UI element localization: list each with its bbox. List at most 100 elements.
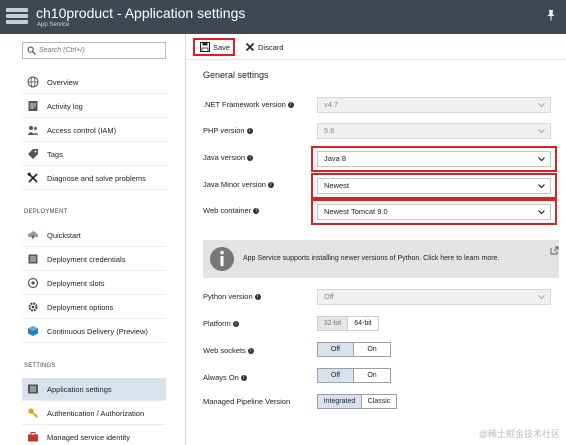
main-panel: Save Discard General settings .NET Frame… bbox=[187, 34, 566, 445]
discard-button[interactable]: Discard bbox=[245, 38, 295, 56]
info-icon[interactable]: i bbox=[254, 294, 261, 300]
sidebar-item-label: Tags bbox=[47, 149, 63, 159]
chevron-down-icon bbox=[538, 295, 545, 300]
people-icon bbox=[27, 126, 39, 135]
info-icon bbox=[210, 247, 234, 271]
net-version-label: .NET Framework version i bbox=[203, 100, 294, 109]
search-box[interactable] bbox=[22, 42, 166, 59]
net-version-select[interactable]: v4.7 bbox=[317, 97, 551, 113]
title-bar: ch10product - Application settings App S… bbox=[0, 0, 566, 34]
java-version-label: Java version i bbox=[203, 153, 254, 162]
chevron-down-icon bbox=[538, 184, 545, 189]
sidebar-item-deployment-credentials[interactable]: Deployment credentials bbox=[22, 248, 166, 271]
sidebar-item-label: Continuous Delivery (Preview) bbox=[47, 326, 148, 336]
sidebar-item-label: Deployment slots bbox=[47, 278, 105, 288]
sidebar-item-managed-identity[interactable]: Managed service identity bbox=[22, 426, 166, 445]
credentials-icon bbox=[28, 254, 38, 264]
info-icon[interactable]: i bbox=[287, 102, 294, 108]
info-icon[interactable]: i bbox=[246, 128, 253, 134]
java-version-select[interactable]: Java 8 bbox=[317, 151, 551, 167]
sidebar-item-access-control[interactable]: Access control (IAM) bbox=[22, 119, 166, 142]
section-title: General settings bbox=[203, 70, 269, 80]
save-button[interactable]: Save bbox=[193, 38, 235, 56]
pipeline-option-integrated[interactable]: Integrated bbox=[318, 395, 362, 408]
web-container-select[interactable]: Newest Tomcat 9.0 bbox=[317, 204, 551, 220]
banner-text: App Service supports installing newer ve… bbox=[243, 255, 500, 262]
sidebar-item-quickstart[interactable]: Quickstart bbox=[22, 224, 166, 247]
app-service-logo-icon bbox=[6, 8, 28, 26]
php-version-select[interactable]: 5.6 bbox=[317, 123, 551, 139]
python-info-banner[interactable]: App Service supports installing newer ve… bbox=[203, 240, 559, 278]
save-icon bbox=[200, 42, 210, 52]
chevron-down-icon bbox=[538, 103, 545, 108]
web-sockets-option-off[interactable]: Off bbox=[318, 343, 354, 356]
always-on-option-on[interactable]: On bbox=[354, 369, 390, 382]
sidebar-item-label: Authentication / Authorization bbox=[47, 408, 145, 418]
pipeline-version-toggle[interactable]: Integrated Classic bbox=[317, 394, 397, 409]
search-icon bbox=[27, 46, 36, 55]
close-icon bbox=[245, 42, 255, 52]
web-sockets-label: Web sockets i bbox=[203, 346, 254, 355]
gear-icon bbox=[28, 302, 38, 312]
java-minor-version-label: Java Minor version i bbox=[203, 180, 274, 189]
sidebar-item-application-settings[interactable]: Application settings bbox=[22, 378, 166, 401]
platform-option-32bit[interactable]: 32-bit bbox=[318, 317, 348, 330]
sidebar-item-label: Deployment options bbox=[47, 302, 114, 312]
page-title: ch10product - Application settings bbox=[36, 5, 246, 21]
python-version-label: Python version i bbox=[203, 292, 261, 301]
info-icon[interactable]: i bbox=[240, 375, 247, 381]
chevron-down-icon bbox=[538, 210, 545, 215]
info-icon[interactable]: i bbox=[247, 155, 254, 161]
platform-toggle[interactable]: 32-bit 64-bit bbox=[317, 316, 379, 331]
pipeline-version-label: Managed Pipeline Version bbox=[203, 397, 291, 406]
chevron-down-icon bbox=[538, 129, 545, 134]
sidebar-item-label: Diagnose and solve problems bbox=[47, 173, 146, 183]
web-sockets-option-on[interactable]: On bbox=[354, 343, 390, 356]
web-sockets-toggle[interactable]: Off On bbox=[317, 342, 391, 357]
web-container-label: Web container i bbox=[203, 206, 260, 215]
briefcase-icon bbox=[28, 432, 38, 442]
globe-icon bbox=[27, 76, 39, 88]
cloud-bolt-icon bbox=[27, 231, 39, 241]
info-icon[interactable]: i bbox=[267, 182, 274, 188]
sidebar-item-label: Deployment credentials bbox=[47, 254, 126, 264]
sidebar-item-label: Quickstart bbox=[47, 230, 81, 240]
app-settings-icon bbox=[28, 384, 38, 394]
section-header-deployment: DEPLOYMENT bbox=[24, 209, 68, 215]
always-on-toggle[interactable]: Off On bbox=[317, 368, 391, 383]
sidebar-item-deployment-slots[interactable]: Deployment slots bbox=[22, 272, 166, 295]
pin-icon[interactable] bbox=[546, 9, 556, 21]
php-version-label: PHP version i bbox=[203, 126, 253, 135]
sidebar-item-tags[interactable]: Tags bbox=[22, 143, 166, 166]
save-label: Save bbox=[213, 42, 231, 52]
toolbar: Save Discard bbox=[187, 34, 566, 60]
slots-icon bbox=[27, 277, 39, 289]
always-on-option-off[interactable]: Off bbox=[318, 369, 354, 382]
sidebar-item-label: Access control (IAM) bbox=[47, 125, 117, 135]
info-icon[interactable]: i bbox=[232, 321, 239, 327]
activity-log-icon bbox=[28, 101, 38, 111]
watermark: @稀土掘金技术社区 bbox=[478, 429, 560, 439]
cube-icon bbox=[28, 326, 38, 336]
pipeline-option-classic[interactable]: Classic bbox=[362, 395, 396, 408]
sidebar: Overview Activity log Access control (IA… bbox=[0, 34, 186, 445]
sidebar-item-activity-log[interactable]: Activity log bbox=[22, 95, 166, 118]
chevron-down-icon bbox=[538, 157, 545, 162]
java-minor-version-select[interactable]: Newest bbox=[317, 178, 551, 194]
key-icon bbox=[28, 408, 39, 419]
search-input[interactable] bbox=[39, 45, 159, 56]
info-icon[interactable]: i bbox=[253, 208, 260, 214]
platform-label: Platform i bbox=[203, 319, 239, 328]
sidebar-item-label: Application settings bbox=[47, 384, 112, 394]
section-header-settings: SETTINGS bbox=[24, 363, 56, 369]
platform-option-64bit[interactable]: 64-bit bbox=[348, 317, 378, 330]
sidebar-item-continuous-delivery[interactable]: Continuous Delivery (Preview) bbox=[22, 320, 166, 343]
sidebar-item-overview[interactable]: Overview bbox=[22, 71, 166, 94]
sidebar-item-authentication[interactable]: Authentication / Authorization bbox=[22, 402, 166, 425]
sidebar-item-diagnose[interactable]: Diagnose and solve problems bbox=[22, 167, 166, 190]
python-version-select[interactable]: Off bbox=[317, 289, 551, 305]
info-icon[interactable]: i bbox=[247, 348, 254, 354]
sidebar-item-deployment-options[interactable]: Deployment options bbox=[22, 296, 166, 319]
tag-icon bbox=[28, 149, 38, 159]
external-link-icon[interactable] bbox=[550, 246, 559, 255]
